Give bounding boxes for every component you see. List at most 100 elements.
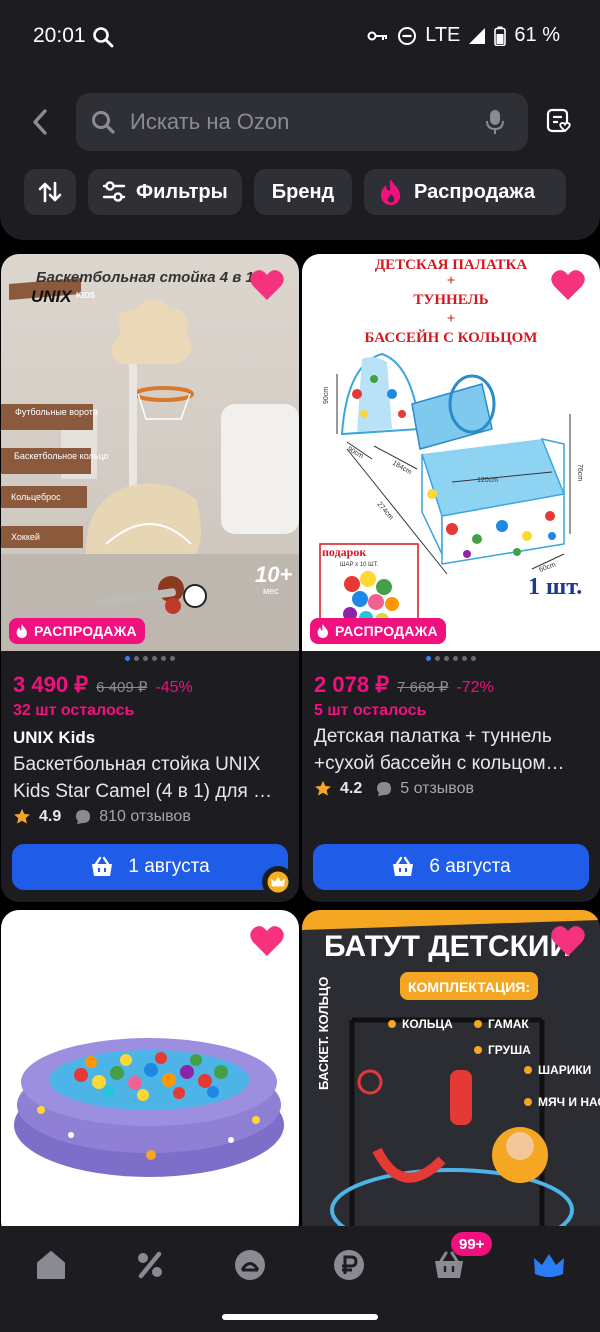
price-row: 3 490 ₽ 6 409 ₽ -45% bbox=[13, 672, 193, 698]
ruble-icon bbox=[334, 1250, 364, 1280]
pager-dot bbox=[161, 656, 166, 661]
nav-finance[interactable] bbox=[329, 1245, 369, 1285]
nav-discounts[interactable] bbox=[130, 1245, 170, 1285]
add-to-cart-button[interactable]: 6 августа bbox=[313, 844, 589, 890]
title-line: Детская палатка + туннель bbox=[314, 726, 552, 747]
sale-button[interactable]: Распродажа bbox=[364, 169, 566, 215]
image-pager bbox=[302, 656, 600, 661]
product-image[interactable] bbox=[1, 910, 299, 1240]
product-image[interactable]: ДЕТСКАЯ ПАЛАТКА + ТУННЕЛЬ + БАССЕЙН С КО… bbox=[302, 254, 600, 651]
product-image[interactable]: Баскетбольная стойка 4 в 1 UNIX KIDS Фут… bbox=[1, 254, 299, 651]
heart-icon[interactable] bbox=[550, 924, 586, 958]
image-headline: Баскетбольная стойка 4 в 1 bbox=[36, 269, 254, 286]
microphone-icon[interactable] bbox=[486, 109, 504, 135]
network-type: LTE bbox=[425, 24, 461, 46]
title-line: Баскетбольная стойка UNIX bbox=[13, 754, 261, 775]
image-plus: + bbox=[447, 311, 456, 327]
image-line: ДЕТСКАЯ ПАЛАТКА bbox=[375, 257, 528, 273]
search-icon bbox=[93, 27, 114, 48]
signal-icon bbox=[469, 27, 486, 44]
pager-dot bbox=[170, 656, 175, 661]
image-age: 10+ bbox=[255, 562, 292, 587]
nav-home[interactable] bbox=[31, 1245, 71, 1285]
discount: -72% bbox=[456, 679, 494, 696]
dim-label: 120cm bbox=[477, 477, 498, 484]
image-qty: 1 шт. bbox=[528, 574, 582, 600]
search-icon bbox=[92, 111, 115, 134]
product-card[interactable]: ДЕТСКАЯ ПАЛАТКА + ТУННЕЛЬ + БАССЕЙН С КО… bbox=[302, 254, 600, 902]
nav-fresh[interactable] bbox=[230, 1245, 270, 1285]
image-label: Хоккей bbox=[11, 532, 40, 542]
favorites-list-icon[interactable] bbox=[546, 108, 572, 134]
gift-sub: ШАР x 10 ШТ. bbox=[340, 562, 379, 568]
image-age-unit: мес bbox=[263, 586, 279, 596]
discount: -45% bbox=[155, 679, 193, 696]
chevron-left-icon bbox=[33, 109, 47, 135]
pager-dot bbox=[453, 656, 458, 661]
product-image[interactable]: БАТУТ ДЕТСКИЙ КОМПЛЕКТАЦИЯ: БАСКЕТ. КОЛЬ… bbox=[302, 910, 600, 1240]
pager-dot bbox=[134, 656, 139, 661]
basket-icon bbox=[92, 856, 113, 876]
battery-icon bbox=[494, 26, 507, 46]
status-icons: LTE 61 % bbox=[367, 24, 560, 47]
brand-label: Бренд bbox=[271, 180, 335, 203]
comment-icon bbox=[76, 810, 91, 824]
flame-icon bbox=[381, 179, 401, 205]
heart-icon[interactable] bbox=[249, 924, 285, 958]
price: 2 078 ₽ bbox=[314, 672, 390, 697]
rating-value: 4.9 bbox=[39, 808, 62, 825]
brand-button[interactable]: Бренд bbox=[254, 169, 352, 215]
stock-left: 32 шт осталось bbox=[13, 702, 135, 719]
sale-label: Распродажа bbox=[414, 180, 535, 203]
image-pager bbox=[1, 656, 299, 661]
kit-item: КОЛЬЦА bbox=[402, 1017, 453, 1031]
pager-dot bbox=[462, 656, 467, 661]
sort-icon bbox=[38, 181, 62, 203]
search-input[interactable] bbox=[130, 109, 460, 135]
reviews-count: 5 отзывов bbox=[400, 780, 475, 797]
filters-button[interactable]: Фильтры bbox=[88, 169, 242, 215]
image-line: ТУННЕЛЬ bbox=[413, 292, 488, 308]
old-price: 6 409 ₽ bbox=[96, 679, 148, 696]
home-indicator[interactable] bbox=[222, 1314, 378, 1320]
status-bar: 20:01 LTE 61 % bbox=[0, 0, 600, 76]
image-plus: + bbox=[447, 273, 456, 289]
ozon-fresh-icon bbox=[235, 1250, 265, 1280]
star-icon bbox=[315, 780, 331, 796]
percent-icon bbox=[138, 1251, 162, 1279]
image-label: Футбольные ворота bbox=[15, 407, 98, 417]
sale-badge: РАСПРОДАЖА bbox=[310, 618, 446, 644]
nav-premium[interactable] bbox=[529, 1245, 569, 1285]
filter-icon bbox=[102, 181, 126, 202]
crown-icon bbox=[534, 1254, 564, 1277]
home-icon bbox=[37, 1251, 65, 1279]
pager-dot bbox=[471, 656, 476, 661]
sale-badge-label: РАСПРОДАЖА bbox=[335, 623, 438, 639]
search-header: Фильтры Бренд Распродажа bbox=[0, 76, 600, 240]
rating: 4.2 5 отзывов bbox=[314, 780, 474, 798]
old-price: 7 668 ₽ bbox=[397, 679, 449, 696]
kit-item: ГРУША bbox=[488, 1043, 531, 1057]
product-brand: UNIX Kids bbox=[13, 728, 96, 747]
add-to-cart-button[interactable]: 1 августа bbox=[12, 844, 288, 890]
crown-icon bbox=[262, 866, 294, 898]
product-title[interactable]: Баскетбольная стойка UNIX Kids Star Came… bbox=[13, 751, 295, 805]
search-box[interactable] bbox=[76, 93, 528, 151]
pager-dot bbox=[152, 656, 157, 661]
title-line: +сухой бассейн с кольцом… bbox=[314, 753, 565, 774]
back-button[interactable] bbox=[22, 102, 58, 142]
sale-badge: РАСПРОДАЖА bbox=[9, 618, 145, 644]
dim-label: 76cm bbox=[576, 464, 583, 481]
product-card[interactable]: БАТУТ ДЕТСКИЙ КОМПЛЕКТАЦИЯ: БАСКЕТ. КОЛЬ… bbox=[302, 910, 600, 1240]
product-title[interactable]: Детская палатка + туннель +сухой бассейн… bbox=[314, 723, 596, 777]
price: 3 490 ₽ bbox=[13, 672, 89, 697]
sort-button[interactable] bbox=[24, 169, 76, 215]
product-card[interactable] bbox=[1, 910, 299, 1240]
star-icon bbox=[14, 808, 30, 824]
filters-label: Фильтры bbox=[136, 180, 228, 203]
image-line: БАССЕЙН С КОЛЬЦОМ bbox=[365, 329, 538, 346]
pager-dot bbox=[426, 656, 431, 661]
heart-icon[interactable] bbox=[249, 268, 285, 302]
product-card[interactable]: Баскетбольная стойка 4 в 1 UNIX KIDS Фут… bbox=[1, 254, 299, 902]
heart-icon[interactable] bbox=[550, 268, 586, 302]
